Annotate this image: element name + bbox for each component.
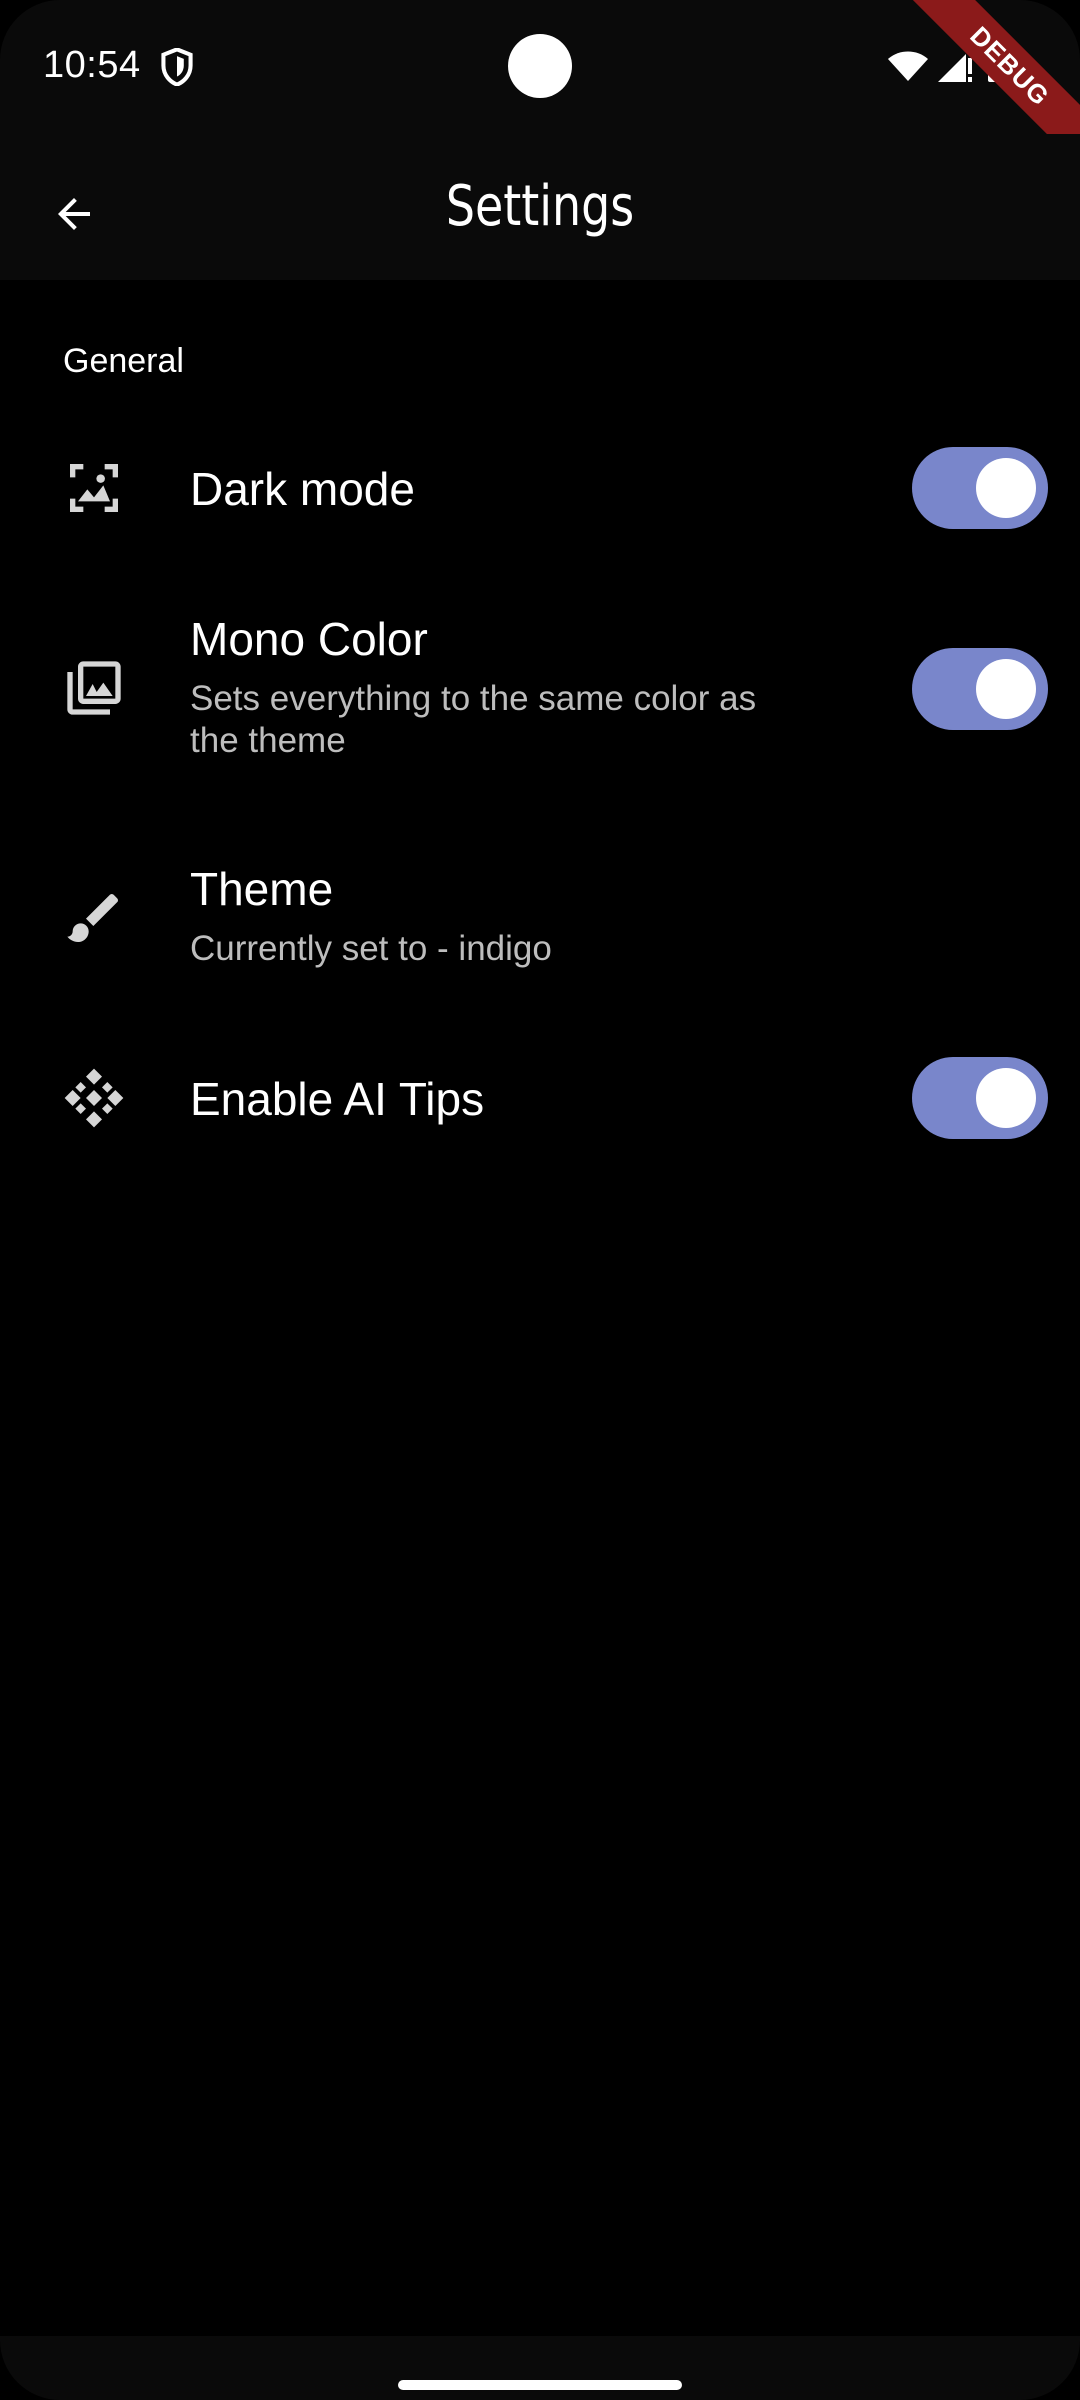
setting-title: Dark mode [190, 463, 415, 515]
diamond-pattern-icon [64, 1068, 124, 1128]
page-title: Settings [445, 174, 635, 239]
wifi-icon [888, 51, 928, 81]
setting-theme[interactable]: Theme Currently set to - indigo [0, 848, 1080, 988]
photo-library-icon [67, 661, 121, 715]
status-time: 10:54 [43, 44, 141, 86]
setting-title: Theme [190, 863, 334, 915]
setting-dark-mode[interactable]: Dark mode [0, 420, 1080, 556]
mono-color-toggle[interactable] [912, 648, 1048, 730]
arrow-back-icon [58, 198, 90, 230]
system-nav-bar [0, 2336, 1080, 2400]
home-indicator[interactable] [398, 2380, 682, 2390]
enable-ai-tips-toggle[interactable] [912, 1057, 1048, 1139]
back-button[interactable] [30, 170, 118, 258]
settings-screen: 10:54 DEBUG Settings General Dark mode M… [0, 0, 1080, 2400]
app-bar: Settings [0, 134, 1080, 280]
shield-icon [161, 48, 193, 86]
status-bar: 10:54 DEBUG [0, 0, 1080, 174]
setting-title: Enable AI Tips [190, 1073, 485, 1125]
setting-title: Mono Color [190, 613, 428, 665]
toggle-knob [976, 1068, 1036, 1128]
dark-mode-toggle[interactable] [912, 447, 1048, 529]
setting-subtitle: Currently set to - indigo [190, 929, 552, 968]
toggle-knob [976, 659, 1036, 719]
section-header-general: General [63, 342, 184, 380]
setting-enable-ai-tips[interactable]: Enable AI Tips [0, 1030, 1080, 1166]
camera-cutout [508, 34, 572, 98]
toggle-knob [976, 458, 1036, 518]
brush-icon [67, 893, 119, 942]
setting-subtitle: Sets everything to the same color as the… [190, 679, 757, 760]
setting-mono-color[interactable]: Mono Color Sets everything to the same c… [0, 600, 1080, 780]
image-aspect-icon [70, 464, 118, 512]
